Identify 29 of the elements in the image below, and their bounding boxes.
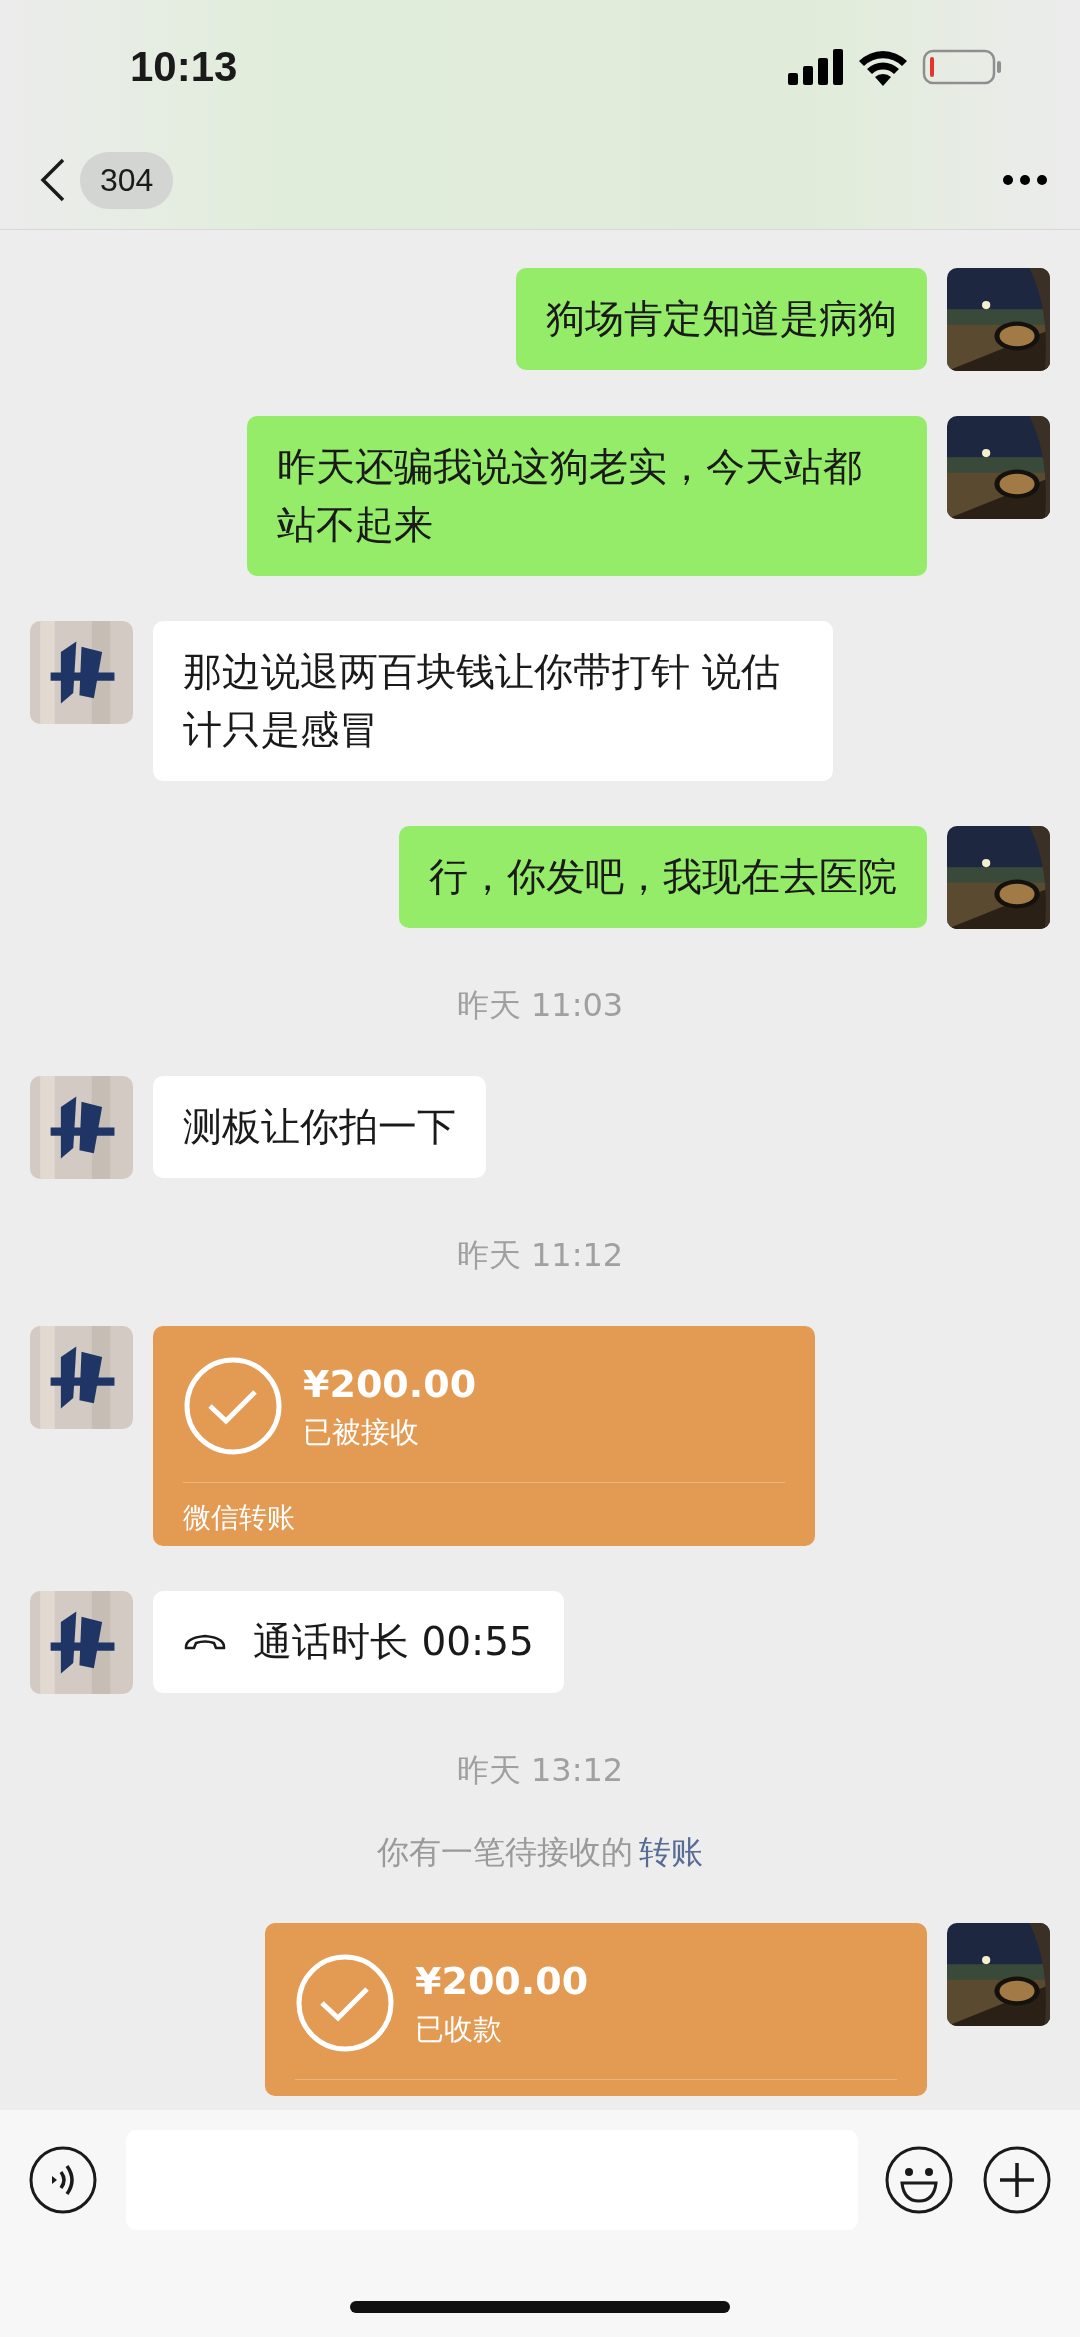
back-icon[interactable] <box>40 158 66 202</box>
system-notice: 你有一笔待接收的 转账 <box>377 1832 703 1871</box>
transfer-label: 微信转账 <box>183 1501 295 1534</box>
transfer-amount: ¥200.00 <box>415 1958 589 2005</box>
add-icon[interactable] <box>982 2145 1052 2215</box>
transfer-link[interactable]: 转账 <box>639 1832 703 1871</box>
transfer-status: 已被接收 <box>303 1415 420 1451</box>
message-bubble[interactable]: 测板让你拍一下 <box>153 1076 486 1178</box>
more-icon[interactable] <box>1002 174 1048 186</box>
message-bubble[interactable]: 狗场肯定知道是病狗 <box>516 268 927 370</box>
unread-count-badge[interactable]: 304 <box>80 151 174 209</box>
message-bubble[interactable]: 行，你发吧，我现在去医院 <box>399 826 927 928</box>
timestamp: 昨天 13:12 <box>456 1749 624 1791</box>
message-bubble[interactable]: 昨天还骗我说这狗老实，今天站都站不起来 <box>247 416 927 576</box>
wifi-icon <box>858 48 908 86</box>
signal-icon <box>788 49 844 85</box>
transfer-status: 已收款 <box>415 2012 503 2047</box>
emoji-icon[interactable] <box>884 2145 954 2215</box>
call-bubble[interactable]: 通话时长 00:55 <box>153 1590 564 1693</box>
timestamp: 昨天 11:12 <box>456 1235 624 1276</box>
message-bubble[interactable]: 那边说退两百块钱让你带打针 说估计只是感冒 <box>153 621 833 781</box>
check-circle-icon <box>183 1356 283 1456</box>
call-duration: 通话时长 00:55 <box>253 1617 534 1666</box>
battery-icon <box>922 49 1002 85</box>
timestamp: 昨天 11:03 <box>456 985 624 1026</box>
check-circle-icon <box>295 1952 395 2053</box>
status-time: 10:13 <box>130 43 239 91</box>
voice-icon[interactable] <box>28 2145 98 2215</box>
transfer-amount: ¥200.00 <box>303 1361 477 1408</box>
